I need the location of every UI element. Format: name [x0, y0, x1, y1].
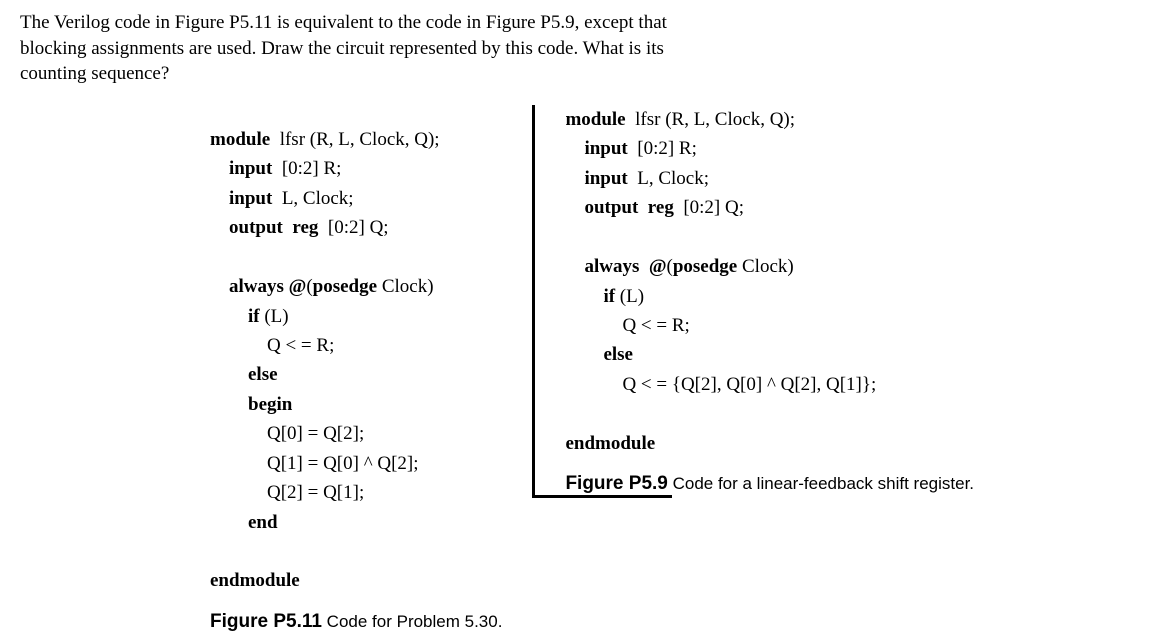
code-right: module lfsr (R, L, Clock, Q); input [0:2…: [565, 105, 974, 458]
left-code-block: module lfsr (R, L, Clock, Q); input [0:2…: [210, 105, 532, 633]
figure-caption-right: Code for a linear-feedback shift registe…: [668, 474, 974, 493]
right-wrapper: module lfsr (R, L, Clock, Q); input [0:2…: [532, 105, 974, 495]
figure-label-right: Figure P5.9: [565, 473, 667, 494]
question-line2: blocking assignments are used. Draw the …: [20, 38, 664, 59]
question-line1: The Verilog code in Figure P5.11 is equi…: [20, 12, 667, 33]
divider-bottom: [532, 495, 672, 498]
code-left: module lfsr (R, L, Clock, Q); input [0:2…: [210, 125, 502, 596]
code-section: module lfsr (R, L, Clock, Q); input [0:2…: [210, 105, 1132, 633]
figure-caption-left: Code for Problem 5.30.: [322, 612, 502, 631]
figure-label-left: Figure P5.11: [210, 611, 322, 632]
right-caption: Figure P5.9 Code for a linear-feedback s…: [565, 473, 974, 495]
question-text: The Verilog code in Figure P5.11 is equi…: [20, 10, 870, 87]
left-caption: Figure P5.11 Code for Problem 5.30.: [210, 611, 502, 633]
question-line3: counting sequence?: [20, 63, 169, 84]
right-code-block: module lfsr (R, L, Clock, Q); input [0:2…: [532, 105, 974, 495]
